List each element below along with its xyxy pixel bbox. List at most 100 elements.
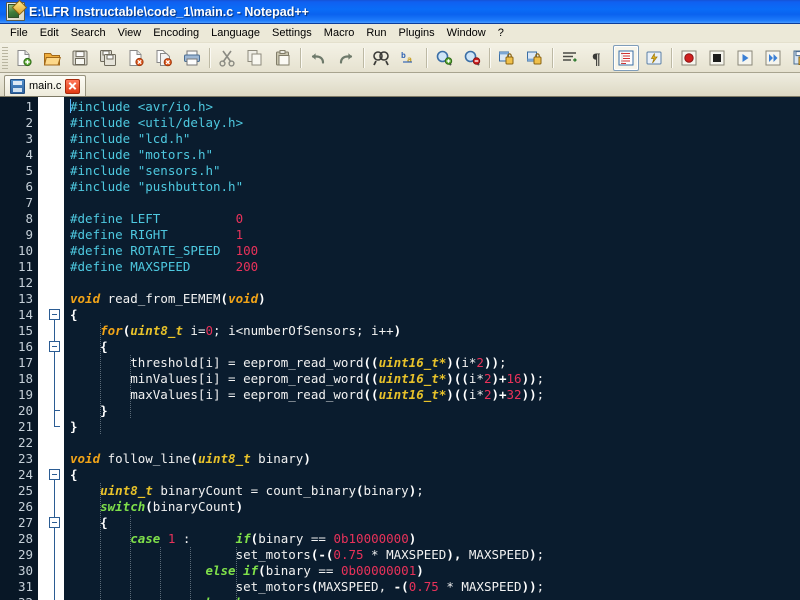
code-token: MAXSPEED [468, 547, 530, 562]
fold-collapse-box[interactable] [49, 309, 60, 320]
indent-guide [190, 547, 192, 600]
code-token: )) [521, 387, 537, 402]
code-token: )+ [491, 387, 507, 402]
fold-collapse-box[interactable] [49, 341, 60, 352]
code-editor[interactable]: 1 2 3 4 5 6 7 8 9 10 11 12 13 14 15 16 17 18 19 20 21 22 23 24 2… [0, 97, 800, 600]
redo-icon[interactable] [333, 45, 359, 71]
find-icon[interactable] [368, 45, 394, 71]
new-file-icon[interactable] [11, 45, 37, 71]
code-token: if [243, 563, 259, 578]
close-all-icon[interactable] [151, 45, 177, 71]
code-line: #include "pushbutton.h" [70, 179, 800, 195]
code-token: minValues[i] = eeprom_read_word [70, 371, 364, 386]
record-macro-icon[interactable] [676, 45, 702, 71]
menu-item-settings[interactable]: Settings [266, 25, 318, 42]
sync-horizontal-scroll-icon[interactable] [522, 45, 548, 71]
menu-item-view[interactable]: View [112, 25, 148, 42]
play-macro-icon[interactable] [732, 45, 758, 71]
code-line: #define ROTATE_SPEED 100 [70, 243, 800, 259]
menu-item-language[interactable]: Language [205, 25, 266, 42]
tab-main-c[interactable]: main.c [4, 75, 87, 96]
cut-icon[interactable] [214, 45, 240, 71]
undo-icon[interactable] [305, 45, 331, 71]
indent-guide-icon[interactable] [613, 44, 639, 71]
fold-collapse-box[interactable] [49, 469, 60, 480]
code-token: * MAXSPEED [438, 579, 522, 594]
line-number: 23 [17, 451, 33, 466]
code-token: ( [145, 499, 153, 514]
code-token: )( [446, 355, 462, 370]
save-icon[interactable] [67, 45, 93, 71]
line-number: 10 [17, 243, 33, 258]
close-file-icon[interactable] [123, 45, 149, 71]
svg-text:a: a [407, 55, 412, 64]
tab-label: main.c [29, 80, 62, 92]
code-text-area[interactable]: #include <avr/io.h> #include <util/delay.… [64, 97, 800, 600]
menu-item-encoding[interactable]: Encoding [147, 25, 205, 42]
code-token: uint16_t* [378, 371, 447, 386]
toolbar-separator [363, 47, 364, 68]
save-all-icon[interactable] [95, 45, 121, 71]
code-line: } [70, 419, 800, 435]
menu-item-macro[interactable]: Macro [318, 25, 361, 42]
code-token: } [100, 403, 108, 418]
zoom-in-icon[interactable] [431, 45, 457, 71]
sync-vertical-scroll-icon[interactable] [494, 45, 520, 71]
fold-margin[interactable] [46, 97, 64, 600]
menu-item-window[interactable]: Window [441, 25, 492, 42]
code-line: switch(binaryCount) [70, 499, 800, 515]
code-token: ; [536, 547, 545, 562]
code-token: )(( [446, 371, 469, 386]
toolbar: ba¶>_ABC [0, 43, 800, 73]
code-token: uint16_t* [378, 355, 447, 370]
indent-guide [130, 515, 132, 600]
save-macro-icon[interactable] [788, 45, 800, 71]
code-token: ( [356, 483, 364, 498]
code-token: #include [70, 179, 138, 194]
ui-highlight-icon[interactable] [641, 45, 667, 71]
print-icon[interactable] [179, 45, 205, 71]
open-file-icon[interactable] [39, 45, 65, 71]
code-token: ) [258, 291, 266, 306]
code-token: ) [235, 499, 244, 514]
line-number: 19 [17, 387, 33, 402]
code-token: )) [521, 579, 537, 594]
zoom-out-icon[interactable] [459, 45, 485, 71]
code-token: ) [393, 323, 402, 338]
line-number: 12 [17, 275, 33, 290]
toolbar-separator [671, 47, 672, 68]
fold-end-marker [54, 410, 60, 411]
code-token: binary [363, 483, 409, 498]
line-number: 9 [25, 227, 33, 242]
bookmark-margin[interactable] [38, 97, 46, 600]
fold-collapse-box[interactable] [49, 517, 60, 528]
code-line: case 1 : if(binary == 0b10000000) [70, 531, 800, 547]
code-token: #include [70, 99, 138, 114]
menu-item-search[interactable]: Search [65, 25, 112, 42]
replace-icon[interactable]: ba [396, 45, 422, 71]
paste-icon[interactable] [270, 45, 296, 71]
copy-icon[interactable] [242, 45, 268, 71]
menu-item-[interactable]: ? [492, 25, 510, 42]
stop-macro-icon[interactable] [704, 45, 730, 71]
code-line: void follow_line(uint8_t binary) [70, 451, 800, 467]
code-token: { [70, 467, 78, 482]
show-all-characters-icon[interactable]: ¶ [585, 45, 611, 71]
code-token: i= [182, 323, 206, 338]
menu-item-run[interactable]: Run [360, 25, 392, 42]
menu-item-plugins[interactable]: Plugins [393, 25, 441, 42]
close-tab-icon[interactable] [65, 78, 81, 94]
word-wrap-icon[interactable] [557, 45, 583, 71]
code-line: minValues[i] = eeprom_read_word((uint16_… [70, 371, 800, 387]
menu-item-file[interactable]: File [4, 25, 34, 42]
run-macro-multiple-icon[interactable] [760, 45, 786, 71]
menu-item-edit[interactable]: Edit [34, 25, 65, 42]
line-number: 5 [25, 163, 33, 178]
toolbar-grip[interactable] [2, 46, 8, 69]
code-token: uint16_t* [378, 387, 447, 402]
